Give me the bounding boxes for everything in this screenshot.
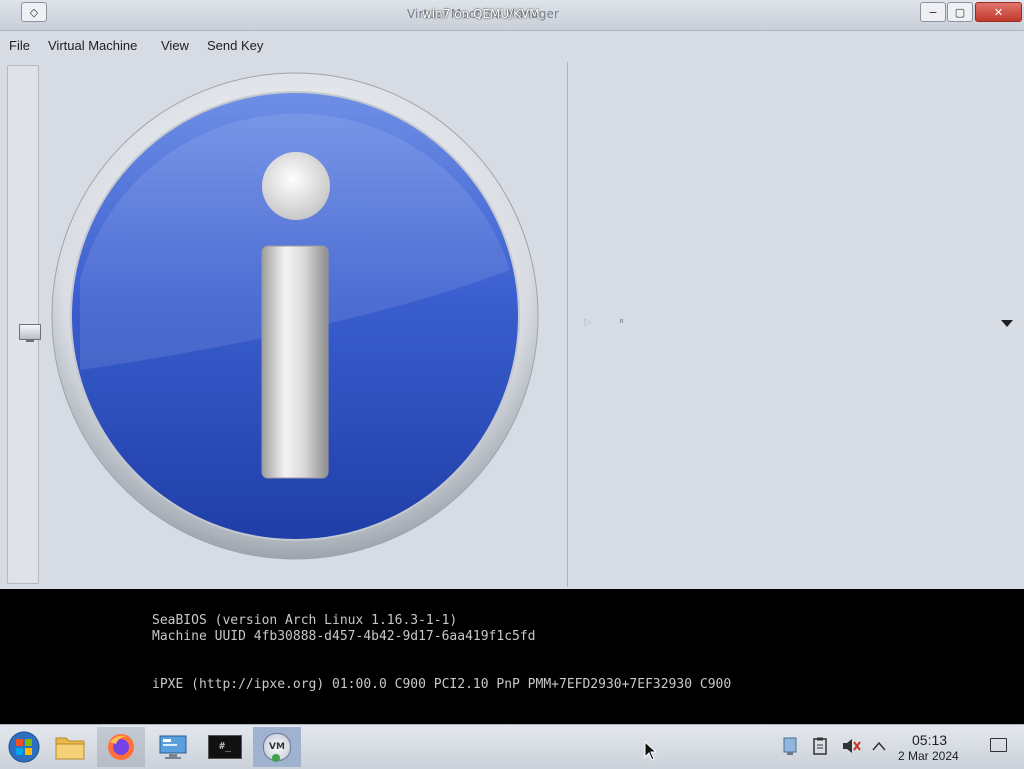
- menu-virtual-machine[interactable]: Virtual Machine: [48, 38, 137, 53]
- vm-content-area: ▷ ⏸: [0, 60, 1024, 589]
- pane-divider[interactable]: [567, 62, 568, 587]
- pause-icon[interactable]: ⏸: [619, 316, 624, 327]
- console-line-seabios: SeaBIOS (version Arch Linux 1.16.3-1-1): [152, 613, 458, 628]
- volume-muted-icon[interactable]: [841, 737, 861, 759]
- file-explorer-icon: [55, 737, 85, 760]
- minimize-button[interactable]: −: [920, 2, 946, 22]
- show-desktop-button[interactable]: [990, 738, 1007, 752]
- start-orb-icon: [8, 731, 40, 763]
- taskbar-terminal[interactable]: #_: [201, 727, 249, 767]
- firefox-icon: [108, 734, 134, 760]
- taskbar-remote-desktop[interactable]: [149, 727, 197, 767]
- virt-manager-icon-label: VM: [269, 742, 285, 752]
- close-icon: ✕: [993, 5, 1004, 19]
- console-line-ipxe: iPXE (http://ipxe.org) 01:00.0 C900 PCI2…: [152, 677, 732, 692]
- menu-view[interactable]: View: [161, 38, 189, 53]
- network-icon[interactable]: [781, 736, 799, 760]
- title-bar: ◇ Virtual Machine Manager win7 on QEMU/K…: [0, 0, 1024, 31]
- window-menu-button[interactable]: ◇: [21, 2, 47, 22]
- console-line-uuid: Machine UUID 4fb30888-d457-4b42-9d17-6aa…: [152, 629, 536, 644]
- info-icon: [51, 72, 539, 560]
- clock-date: 2 Mar 2024: [898, 749, 959, 763]
- vm-console[interactable]: SeaBIOS (version Arch Linux 1.16.3-1-1) …: [0, 589, 1024, 724]
- clipboard-icon[interactable]: [812, 737, 828, 759]
- taskbar-firefox[interactable]: [97, 727, 145, 767]
- taskbar-file-explorer[interactable]: [46, 727, 94, 767]
- start-button[interactable]: [0, 727, 48, 767]
- virt-manager-icon: VM: [263, 733, 291, 762]
- details-sidebar-strip[interactable]: [7, 65, 41, 584]
- mouse-cursor-icon: [644, 741, 658, 761]
- chevron-down-icon[interactable]: [1001, 320, 1013, 327]
- terminal-icon-label: #_: [218, 741, 232, 752]
- terminal-icon: #_: [208, 735, 242, 759]
- window-title: win7 on QEMU/KVM: [422, 7, 540, 21]
- menu-send-key[interactable]: Send Key: [207, 38, 263, 53]
- minimize-icon: −: [928, 5, 938, 19]
- play-icon[interactable]: ▷: [584, 317, 592, 328]
- diamond-menu-icon: ◇: [29, 5, 39, 19]
- menu-bar: File Virtual Machine View Send Key: [0, 31, 1024, 59]
- taskbar: #_ VM 05:13 2 Mar 2024: [0, 724, 1024, 769]
- monitor-icon[interactable]: [19, 324, 41, 342]
- taskbar-virt-manager[interactable]: VM: [253, 727, 301, 767]
- chevron-up-icon[interactable]: [872, 739, 886, 755]
- menu-file[interactable]: File: [9, 38, 30, 53]
- close-button[interactable]: ✕: [975, 2, 1022, 22]
- clock-time: 05:13: [912, 732, 948, 748]
- maximize-icon: ▢: [954, 5, 966, 19]
- maximize-button[interactable]: ▢: [947, 2, 973, 22]
- remote-desktop-icon: [159, 735, 187, 759]
